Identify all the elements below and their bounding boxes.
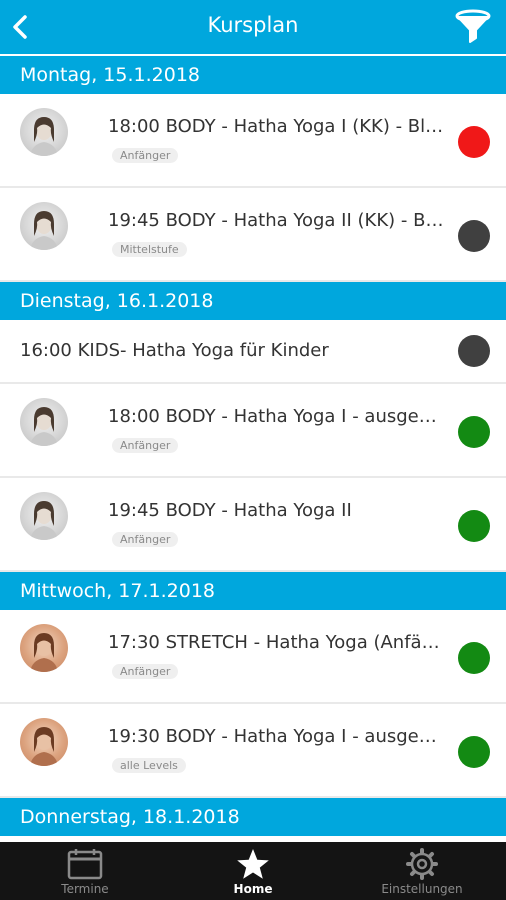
course-title: 18:00 BODY - Hatha Yoga I (KK) - Block 1 (108, 116, 448, 137)
day-header: Dienstag, 16.1.2018 (0, 282, 506, 320)
level-badge: Mittelstufe (112, 242, 187, 257)
course-title: 16:00 KIDS- Hatha Yoga für Kinder (20, 340, 329, 361)
status-indicator (458, 220, 490, 252)
course-row[interactable]: 17:30 STRETCH - Hatha Yoga (Anfänger) Anf… (0, 610, 506, 704)
course-title: 17:30 STRETCH - Hatha Yoga (Anfänger) (108, 632, 448, 653)
filter-icon[interactable] (454, 8, 492, 46)
day-header: Mittwoch, 17.1.2018 (0, 572, 506, 610)
instructor-avatar (20, 108, 68, 156)
day-header: Montag, 15.1.2018 (0, 56, 506, 94)
level-badge: Anfänger (112, 664, 179, 679)
status-indicator (458, 510, 490, 542)
course-title: 19:30 BODY - Hatha Yoga I - ausgebucht (108, 726, 448, 747)
course-title: 19:45 BODY - Hatha Yoga II (108, 500, 352, 521)
level-badge: Anfänger (112, 438, 179, 453)
course-row[interactable]: 19:45 BODY - Hatha Yoga II Anfänger (0, 478, 506, 572)
tab-home-label: Home (233, 882, 273, 896)
level-badge: Anfänger (112, 148, 179, 163)
top-app-bar: Kursplan (0, 0, 506, 54)
course-schedule-list[interactable]: Montag, 15.1.2018 18:00 BODY - Hatha Yoga… (0, 56, 506, 842)
day-header: Donnerstag, 18.1.2018 (0, 798, 506, 836)
tab-termine-label: Termine (61, 882, 109, 896)
instructor-avatar (20, 492, 68, 540)
course-row[interactable]: 16:00 KIDS- Hatha Yoga für Kinder (0, 320, 506, 384)
star-icon (237, 849, 269, 879)
course-row[interactable]: 19:30 BODY - Hatha Yoga I - ausgebucht al… (0, 704, 506, 798)
bottom-navigation: Termine Home Einstellungen (0, 842, 506, 900)
status-indicator (458, 126, 490, 158)
course-title: 18:00 BODY - Hatha Yoga I - ausgebucht (108, 406, 448, 427)
instructor-avatar (20, 624, 68, 672)
instructor-avatar (20, 202, 68, 250)
level-badge: Anfänger (112, 532, 179, 547)
course-row[interactable]: 18:00 BODY - Hatha Yoga I - ausgebucht An… (0, 384, 506, 478)
course-title: 19:45 BODY - Hatha Yoga II (KK) - Block … (108, 210, 448, 231)
gear-icon (406, 848, 438, 880)
tab-einstellungen[interactable]: Einstellungen (362, 842, 482, 900)
calendar-icon (67, 849, 103, 880)
course-row[interactable]: 18:00 BODY - Hatha Yoga I (KK) - Block 1… (0, 94, 506, 188)
status-indicator (458, 642, 490, 674)
status-indicator (458, 736, 490, 768)
instructor-avatar (20, 398, 68, 446)
page-title: Kursplan (207, 13, 299, 37)
tab-home[interactable]: Home (198, 842, 308, 900)
tab-einstellungen-label: Einstellungen (381, 882, 463, 896)
tab-termine[interactable]: Termine (30, 842, 140, 900)
status-indicator (458, 416, 490, 448)
status-indicator (458, 335, 490, 367)
level-badge: alle Levels (112, 758, 186, 773)
course-row[interactable]: 19:45 BODY - Hatha Yoga II (KK) - Block … (0, 188, 506, 282)
instructor-avatar (20, 718, 68, 766)
